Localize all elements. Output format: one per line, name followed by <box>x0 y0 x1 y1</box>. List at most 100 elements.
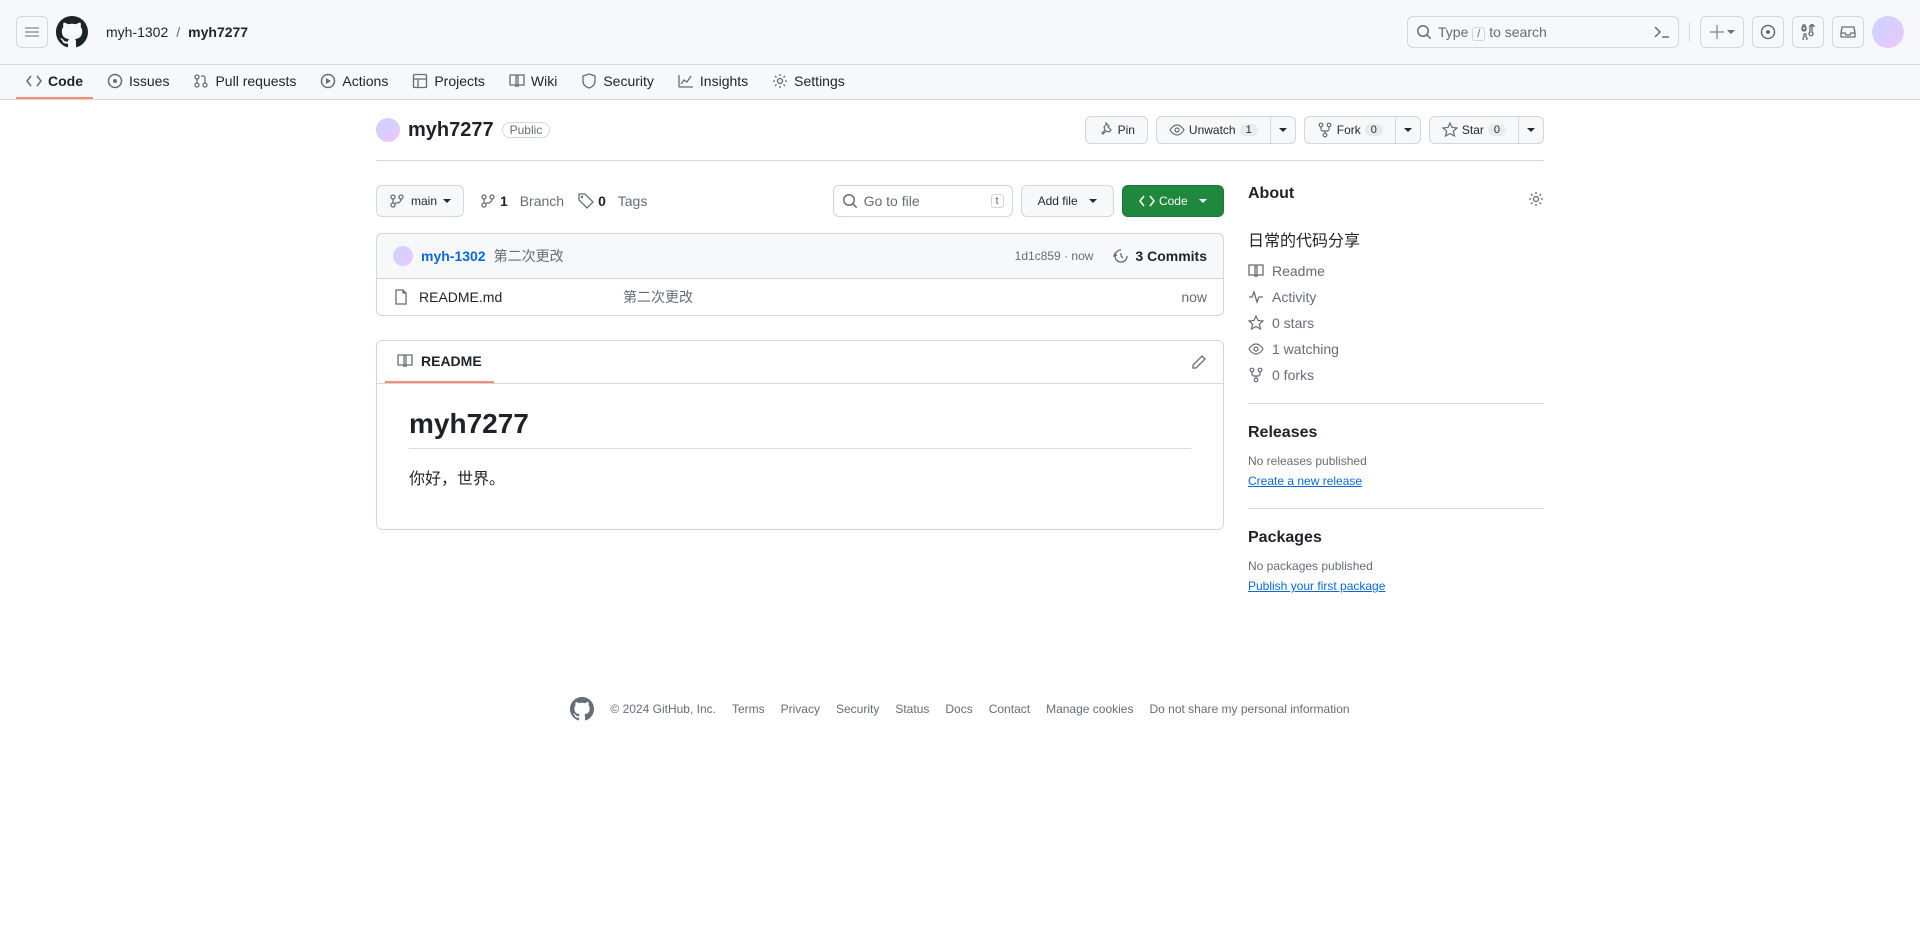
unwatch-dropdown[interactable] <box>1271 116 1296 144</box>
nav-projects[interactable]: Projects <box>402 65 495 99</box>
footer-link[interactable]: Manage cookies <box>1046 702 1133 716</box>
pull-requests-button[interactable] <box>1792 16 1824 48</box>
packages-heading: Packages <box>1248 529 1544 547</box>
commit-author-avatar[interactable] <box>393 246 413 266</box>
notifications-button[interactable] <box>1832 16 1864 48</box>
shield-icon <box>581 73 597 89</box>
publish-package-link[interactable]: Publish your first package <box>1248 579 1385 593</box>
plus-icon <box>1709 24 1725 40</box>
hamburger-icon <box>24 24 40 40</box>
edit-readme-button[interactable] <box>1183 346 1215 378</box>
git-pull-request-icon <box>1800 24 1816 40</box>
inbox-icon <box>1840 24 1856 40</box>
footer-link[interactable]: Terms <box>732 702 765 716</box>
caret-down-icon <box>1089 199 1097 203</box>
footer-link[interactable]: Status <box>895 702 929 716</box>
readme-content: myh7277 你好，世界。 <box>377 384 1223 529</box>
tags-link[interactable]: 0 Tags <box>578 193 647 209</box>
file-name-link[interactable]: README.md <box>419 289 502 305</box>
issue-opened-icon <box>107 73 123 89</box>
table-icon <box>412 73 428 89</box>
github-logo-icon[interactable] <box>56 16 88 48</box>
code-button[interactable]: Code <box>1122 185 1224 217</box>
releases-heading: Releases <box>1248 424 1544 442</box>
owner-avatar[interactable] <box>376 118 400 142</box>
history-icon <box>1113 248 1129 264</box>
add-file-button[interactable]: Add file <box>1021 185 1114 217</box>
eye-icon <box>1248 341 1264 357</box>
repo-settings-button[interactable] <box>1528 191 1544 210</box>
caret-down-icon <box>1527 128 1535 132</box>
file-icon <box>393 289 409 305</box>
commit-sha-link[interactable]: 1d1c859 · now <box>1015 249 1094 263</box>
user-avatar[interactable] <box>1872 16 1904 48</box>
pin-button[interactable]: Pin <box>1085 116 1148 144</box>
fork-button[interactable]: Fork0 <box>1304 116 1396 144</box>
nav-code[interactable]: Code <box>16 65 93 99</box>
activity-link[interactable]: Activity <box>1272 289 1316 305</box>
repo-forked-icon <box>1248 367 1264 383</box>
git-branch-icon <box>480 193 496 209</box>
issues-button[interactable] <box>1752 16 1784 48</box>
go-to-file-input[interactable]: Go to file t <box>833 185 1013 217</box>
watching-link[interactable]: 1 watching <box>1272 341 1339 357</box>
copyright-text: © 2024 GitHub, Inc. <box>610 702 716 716</box>
nav-pull-requests[interactable]: Pull requests <box>183 65 306 99</box>
footer: © 2024 GitHub, Inc. Terms Privacy Securi… <box>0 673 1920 761</box>
no-releases-text: No releases published <box>1248 454 1544 468</box>
menu-button[interactable] <box>16 16 48 48</box>
footer-link[interactable]: Security <box>836 702 879 716</box>
fork-dropdown[interactable] <box>1396 116 1421 144</box>
nav-insights[interactable]: Insights <box>668 65 758 99</box>
book-icon <box>1248 263 1264 279</box>
search-input[interactable]: Type / to search <box>1407 16 1679 48</box>
branches-link[interactable]: 1 Branch <box>480 193 564 209</box>
caret-down-icon <box>1279 128 1287 132</box>
footer-link[interactable]: Docs <box>945 702 972 716</box>
star-dropdown[interactable] <box>1519 116 1544 144</box>
footer-link[interactable]: Contact <box>989 702 1030 716</box>
nav-wiki[interactable]: Wiki <box>499 65 567 99</box>
repo-header: myh7277 Public Pin Unwatch1 Fork0 Star0 <box>376 116 1544 161</box>
nav-settings[interactable]: Settings <box>762 65 855 99</box>
unwatch-button[interactable]: Unwatch1 <box>1156 116 1271 144</box>
readme-heading: myh7277 <box>409 408 1191 449</box>
file-commit-message-link[interactable]: 第二次更改 <box>623 287 1181 307</box>
graph-icon <box>678 73 694 89</box>
play-icon <box>320 73 336 89</box>
footer-link[interactable]: Privacy <box>781 702 820 716</box>
gear-icon <box>1528 191 1544 207</box>
issue-icon <box>1760 24 1776 40</box>
readme-paragraph: 你好，世界。 <box>409 465 1191 489</box>
create-release-link[interactable]: Create a new release <box>1248 474 1362 488</box>
readme-link[interactable]: Readme <box>1272 263 1325 279</box>
stars-link[interactable]: 0 stars <box>1272 315 1314 331</box>
repo-nav: Code Issues Pull requests Actions Projec… <box>0 65 1920 100</box>
commit-message-link[interactable]: 第二次更改 <box>494 246 564 266</box>
search-icon <box>842 193 858 209</box>
nav-actions[interactable]: Actions <box>310 65 398 99</box>
git-pull-request-icon <box>193 73 209 89</box>
github-logo-icon[interactable] <box>570 697 594 721</box>
visibility-badge: Public <box>502 122 551 138</box>
star-icon <box>1442 122 1458 138</box>
nav-issues[interactable]: Issues <box>97 65 179 99</box>
breadcrumb-repo[interactable]: myh7277 <box>182 20 254 44</box>
sidebar: About 日常的代码分享 Readme Activity 0 stars 1 … <box>1248 185 1544 633</box>
code-icon <box>26 73 42 89</box>
commit-author-link[interactable]: myh-1302 <box>421 248 486 264</box>
forks-link[interactable]: 0 forks <box>1272 367 1314 383</box>
commits-history-link[interactable]: 3 Commits <box>1113 248 1207 264</box>
create-new-button[interactable] <box>1700 16 1744 48</box>
breadcrumb-owner[interactable]: myh-1302 <box>100 20 174 44</box>
repo-title: myh7277 <box>408 119 494 142</box>
footer-link[interactable]: Do not share my personal information <box>1149 702 1349 716</box>
star-button[interactable]: Star0 <box>1429 116 1519 144</box>
readme-tab[interactable]: README <box>385 341 494 383</box>
search-icon <box>1416 24 1432 40</box>
nav-security[interactable]: Security <box>571 65 664 99</box>
gear-icon <box>772 73 788 89</box>
caret-down-icon <box>1199 199 1207 203</box>
branch-select-button[interactable]: main <box>376 185 464 217</box>
file-navigation: main 1 Branch 0 Tags Go to file t Add fi… <box>376 185 1224 217</box>
